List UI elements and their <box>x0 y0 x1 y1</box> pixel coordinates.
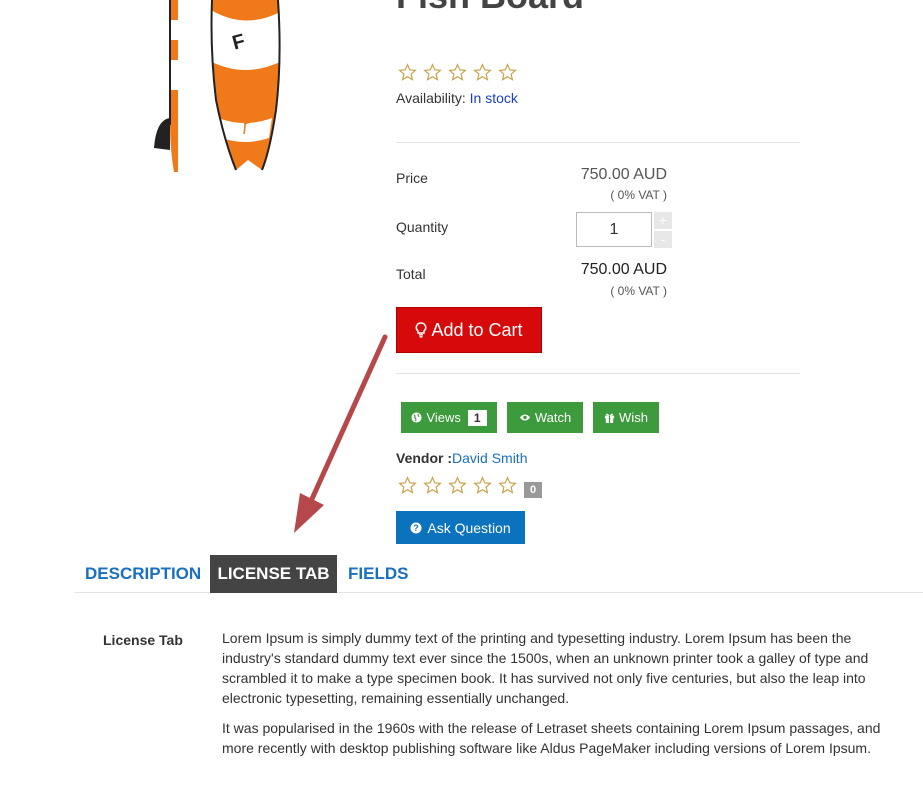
vendor-rating-count: 0 <box>524 482 542 498</box>
stock-status: In stock <box>469 90 518 106</box>
views-label: Views <box>426 410 461 425</box>
globe-icon <box>411 412 422 423</box>
total-vat: ( 0% VAT ) <box>610 284 667 298</box>
vendor: Vendor :David Smith <box>396 450 527 466</box>
ask-question-button[interactable]: ? Ask Question <box>396 511 525 544</box>
views-button[interactable]: Views 1 <box>401 402 497 433</box>
star-outline-icon <box>398 476 417 495</box>
star-outline-icon[interactable] <box>398 63 417 82</box>
total-label: Total <box>396 266 426 282</box>
divider <box>396 373 800 374</box>
price-label: Price <box>396 170 428 186</box>
star-outline-icon <box>473 476 492 495</box>
question-circle-icon: ? <box>410 522 422 533</box>
vendor-label: Vendor : <box>396 450 453 466</box>
quantity-decrease-button[interactable]: - <box>654 231 672 248</box>
divider <box>396 142 800 143</box>
star-outline-icon[interactable] <box>498 63 517 82</box>
availability-label: Availability: <box>396 90 466 106</box>
vendor-rating <box>398 476 517 495</box>
product-image: F <box>154 0 281 172</box>
product-title: Fish Board <box>396 0 584 14</box>
star-outline-icon[interactable] <box>423 63 442 82</box>
gift-icon <box>604 413 615 423</box>
tab-content-paragraph: It was popularised in the 1960s with the… <box>222 720 881 756</box>
tab-fields[interactable]: FIELDS <box>348 555 408 593</box>
product-rating[interactable] <box>398 63 517 82</box>
wish-button[interactable]: Wish <box>593 402 659 433</box>
add-to-cart-button[interactable]: Add to Cart <box>396 307 542 353</box>
add-to-cart-label: Add to Cart <box>431 319 523 340</box>
quantity-label: Quantity <box>396 219 449 235</box>
star-outline-icon <box>498 476 517 495</box>
views-count-badge: 1 <box>467 409 487 426</box>
star-outline-icon[interactable] <box>448 63 467 82</box>
tab-description[interactable]: DESCRIPTION <box>85 555 201 593</box>
total-value: 750.00 AUD <box>580 261 667 278</box>
watch-button[interactable]: Watch <box>507 402 583 433</box>
star-outline-icon <box>423 476 442 495</box>
svg-text:?: ? <box>414 523 420 533</box>
ask-question-label: Ask Question <box>427 519 511 536</box>
watch-label: Watch <box>534 410 572 425</box>
tab-license[interactable]: LICENSE TAB <box>210 555 337 593</box>
tab-content-paragraph: Lorem Ipsum is simply dummy text of the … <box>222 630 869 706</box>
vendor-link[interactable]: David Smith <box>452 450 527 466</box>
wish-label: Wish <box>619 410 648 425</box>
star-outline-icon <box>448 476 467 495</box>
tab-content-label: License Tab <box>103 632 183 648</box>
quantity-input[interactable] <box>576 212 652 247</box>
eye-icon <box>519 414 530 421</box>
price-value: 750.00 AUD <box>580 166 667 183</box>
quantity-increase-button[interactable]: + <box>654 212 672 229</box>
lightbulb-icon <box>416 322 427 338</box>
annotation-arrow <box>294 334 388 533</box>
availability: Availability: In stock <box>396 90 518 106</box>
price-vat: ( 0% VAT ) <box>610 188 667 202</box>
tabs-divider <box>75 592 923 593</box>
star-outline-icon[interactable] <box>473 63 492 82</box>
